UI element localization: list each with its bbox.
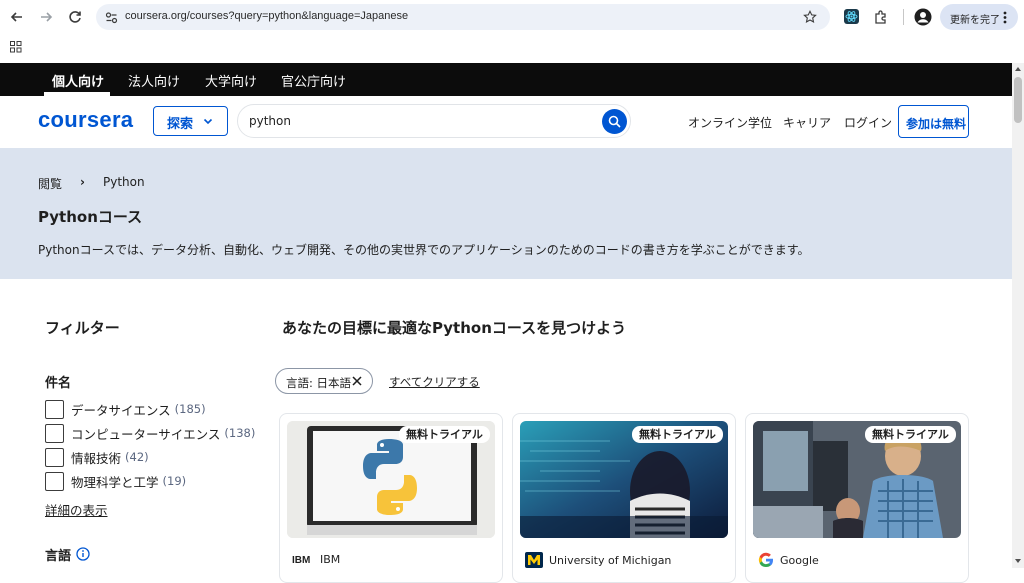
michigan-logo-icon: [525, 552, 543, 568]
free-trial-badge: 無料トライアル: [632, 426, 723, 443]
ibm-logo-icon: IBM: [292, 555, 310, 566]
info-icon[interactable]: [76, 547, 90, 561]
filter-count: (138): [224, 426, 256, 440]
breadcrumb-python[interactable]: Python: [103, 175, 145, 189]
browser-toolbar: coursera.org/courses?query=python&langua…: [0, 0, 1024, 34]
partner-name: IBM: [320, 552, 341, 566]
extension-react-icon[interactable]: [844, 9, 859, 24]
show-more-link[interactable]: 詳細の表示: [45, 500, 108, 519]
address-bar[interactable]: coursera.org/courses?query=python&langua…: [96, 4, 830, 30]
free-trial-badge: 無料トライアル: [865, 426, 956, 443]
filter-label: 物理科学と工学: [71, 474, 159, 490]
search-button[interactable]: [602, 109, 627, 134]
search-icon: [608, 115, 621, 128]
url-text: coursera.org/courses?query=python&langua…: [125, 10, 409, 22]
arrow-right-icon: [41, 12, 53, 22]
partner-name: Google: [780, 553, 819, 567]
chevron-down-icon: [203, 118, 213, 125]
checkbox[interactable]: [45, 447, 64, 467]
hero-banner: 閲覧 › Python Pythonコース Pythonコースでは、データ分析、…: [0, 148, 1012, 279]
course-card[interactable]: 無料トライアル Google: [745, 413, 969, 583]
subject-heading: 件名: [45, 376, 72, 391]
arrow-left-icon: [10, 12, 22, 22]
tab-individuals[interactable]: 個人向け: [52, 71, 104, 90]
checkbox[interactable]: [45, 399, 64, 419]
back-button[interactable]: [6, 6, 28, 28]
free-trial-badge: 無料トライアル: [399, 426, 490, 443]
toolbar-divider: [903, 9, 904, 25]
partner-name: University of Michigan: [549, 553, 672, 567]
filter-subject-physical-science[interactable]: 物理科学と工学 (19): [45, 471, 186, 491]
login-link[interactable]: ログイン: [844, 114, 892, 131]
close-icon[interactable]: [351, 375, 363, 387]
reload-icon: [69, 11, 81, 23]
site-settings-icon[interactable]: [105, 11, 118, 24]
language-heading: 言語: [45, 549, 72, 564]
svg-text:IBM: IBM: [292, 555, 310, 566]
more-vert-icon: [1003, 11, 1007, 24]
filter-label: 情報技術: [71, 450, 122, 466]
filter-count: (185): [174, 402, 206, 416]
bookmarks-bar: [0, 34, 1024, 63]
filter-count: (19): [162, 474, 187, 488]
results-title: あなたの目標に最適なPythonコースを見つけよう: [282, 319, 627, 337]
update-label: 更新を完了: [950, 15, 1000, 26]
partner: University of Michigan: [525, 552, 671, 568]
explore-button[interactable]: 探索: [153, 106, 228, 136]
careers-link[interactable]: キャリア: [783, 114, 831, 131]
join-free-button[interactable]: 参加は無料: [898, 105, 969, 138]
course-card[interactable]: 無料トライアル University of Michigan: [512, 413, 736, 583]
scroll-down-icon[interactable]: [1014, 558, 1022, 564]
scroll-up-icon[interactable]: [1014, 66, 1022, 72]
checkbox[interactable]: [45, 423, 64, 443]
clear-all-link[interactable]: すべてクリアする: [389, 374, 480, 390]
filter-count: (42): [125, 450, 149, 464]
course-card[interactable]: 無料トライアル IBM IBM: [279, 413, 503, 583]
page-description: Pythonコースでは、データ分析、自動化、ウェブ開発、その他の実世界でのアプリ…: [38, 243, 810, 257]
tab-universities[interactable]: 大学向け: [205, 71, 257, 90]
filter-subject-computer-science[interactable]: コンピューターサイエンス (138): [45, 423, 255, 443]
filter-label: データサイエンス: [71, 402, 171, 418]
active-filter-chip[interactable]: 言語: 日本語: [275, 368, 373, 394]
online-degrees-link[interactable]: オンライン学位: [688, 114, 772, 131]
partner: Google: [758, 552, 819, 568]
partner: IBM IBM: [292, 552, 341, 567]
checkbox[interactable]: [45, 471, 64, 491]
coursera-logo[interactable]: coursera: [38, 107, 133, 133]
forward-button[interactable]: [35, 6, 57, 28]
filters-title: フィルター: [45, 319, 120, 337]
filter-subject-data-science[interactable]: データサイエンス (185): [45, 399, 206, 419]
apps-grid-icon[interactable]: [10, 41, 22, 53]
audience-tabbar: 個人向け 法人向け 大学向け 官公庁向け: [0, 63, 1012, 96]
scrollbar-thumb[interactable]: [1014, 77, 1022, 123]
filter-label: コンピューターサイエンス: [71, 426, 221, 442]
explore-label: 探索: [167, 117, 194, 132]
update-button[interactable]: 更新を完了: [940, 4, 1018, 30]
breadcrumb-separator: ›: [80, 175, 85, 189]
bookmark-star-icon[interactable]: [803, 10, 817, 24]
page-scrollbar[interactable]: [1012, 63, 1024, 568]
profile-avatar-icon[interactable]: [914, 8, 932, 26]
tab-government[interactable]: 官公庁向け: [281, 71, 346, 90]
search-input[interactable]: python: [237, 104, 631, 138]
tab-business[interactable]: 法人向け: [128, 71, 180, 90]
google-logo-icon: [758, 552, 773, 568]
extensions-puzzle-icon[interactable]: [873, 9, 889, 25]
join-free-label: 参加は無料: [906, 117, 967, 131]
page-title: Pythonコース: [38, 208, 143, 226]
site-header: coursera 探索 python オンライン学位 キャリア ログイン 参加は…: [0, 96, 1012, 148]
search-value: python: [249, 114, 291, 128]
filter-subject-information-technology[interactable]: 情報技術 (42): [45, 447, 149, 467]
chip-label: 言語: 日本語: [286, 376, 352, 390]
reload-button[interactable]: [64, 6, 86, 28]
breadcrumb-browse[interactable]: 閲覧: [38, 175, 62, 192]
